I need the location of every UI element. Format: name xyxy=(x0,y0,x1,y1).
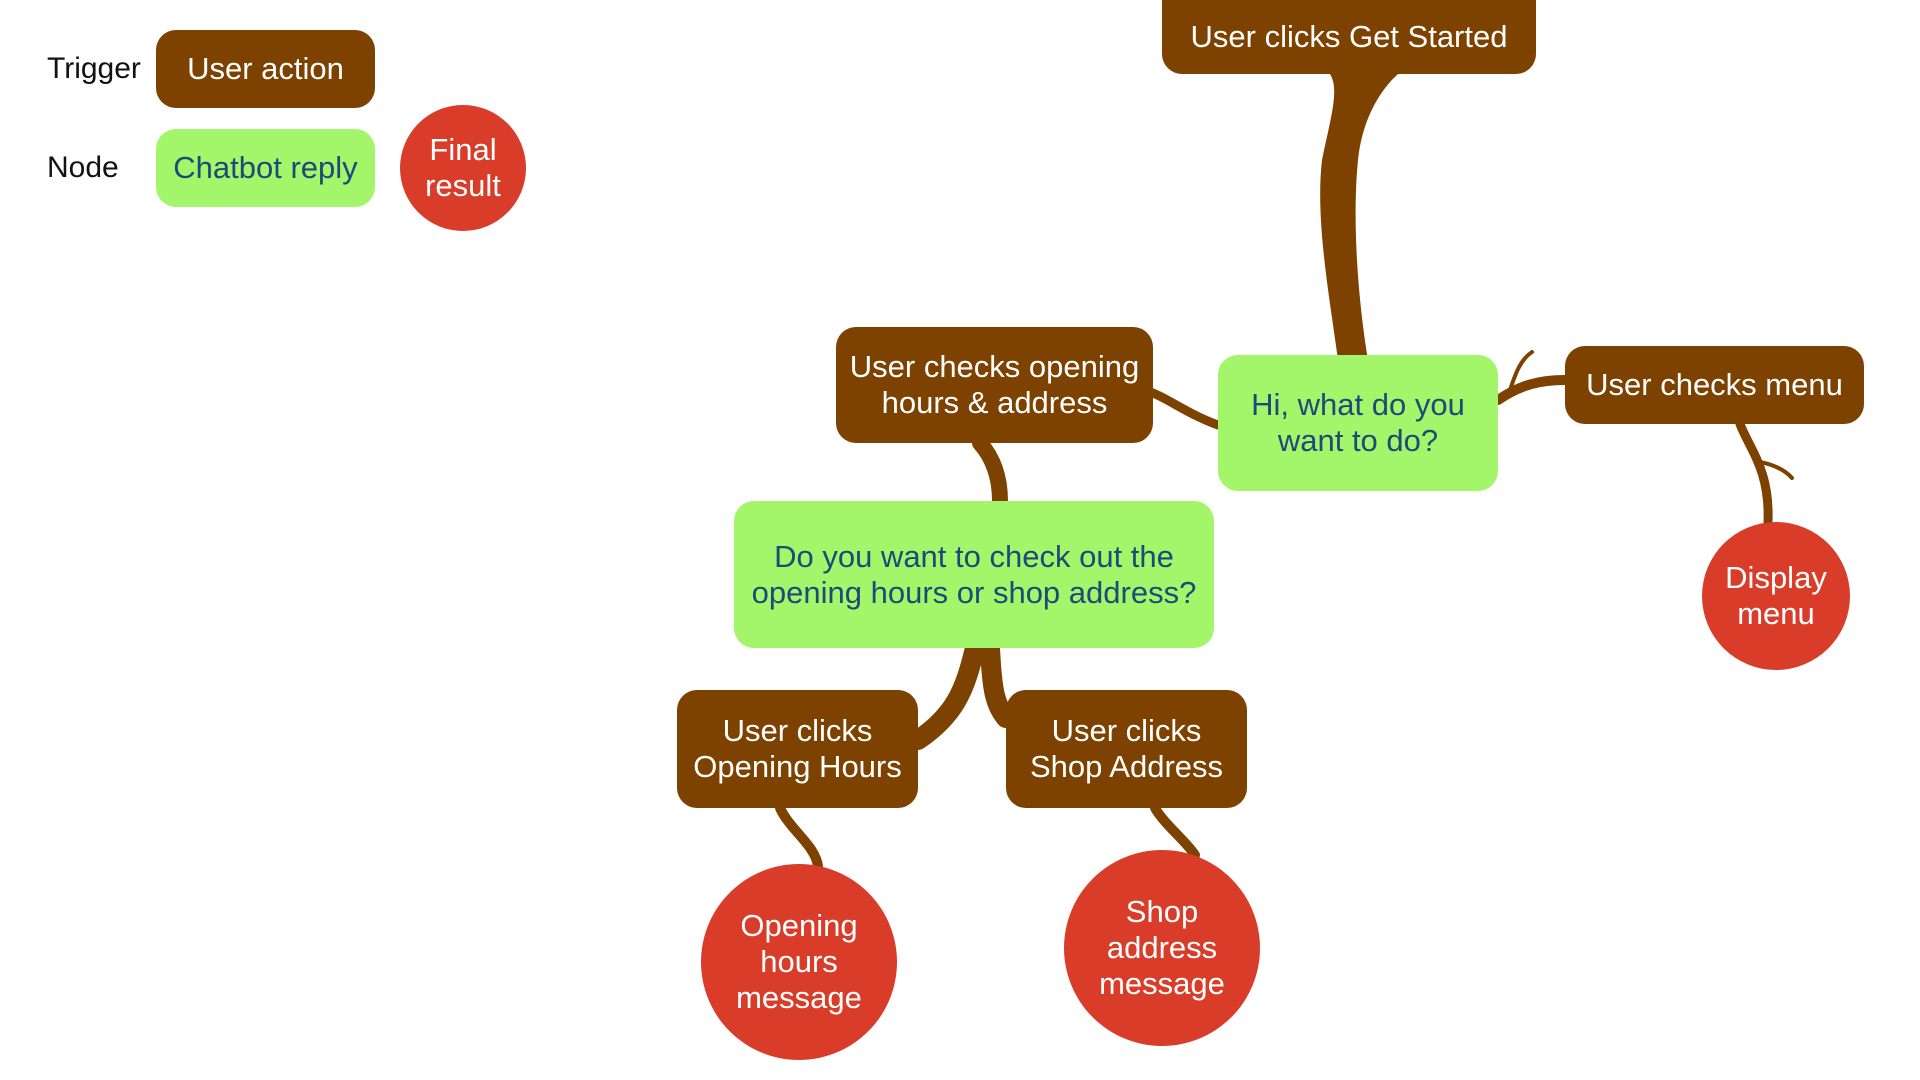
node-greeting: Hi, what do you want to do? xyxy=(1218,355,1498,491)
branch-address-click-to-message xyxy=(1150,803,1200,860)
legend-node-label: Node xyxy=(47,151,119,184)
branch-hours-click-to-message xyxy=(775,803,823,871)
legend-trigger-example: User action xyxy=(156,30,375,108)
node-user-clicks-shop-address: User clicks Shop Address xyxy=(1006,690,1247,808)
node-display-menu: Display menu xyxy=(1702,522,1850,670)
legend-result-example: Final result xyxy=(400,105,526,231)
node-user-clicks-get-started: User clicks Get Started xyxy=(1162,0,1536,74)
node-shop-address-message: Shop address message xyxy=(1064,850,1260,1046)
branch-hours-to-question xyxy=(972,435,1008,509)
node-opening-hours-message: Opening hours message xyxy=(701,864,897,1060)
legend-trigger-label: Trigger xyxy=(47,52,141,85)
legend-node-example: Chatbot reply xyxy=(156,129,375,207)
node-user-checks-menu: User checks menu xyxy=(1565,346,1864,424)
branch-start-to-greeting xyxy=(1320,74,1398,360)
branch-greeting-to-hours xyxy=(1148,388,1223,430)
branch-menu-to-display xyxy=(1735,419,1773,527)
branch-question-to-clicks xyxy=(908,638,1016,750)
node-user-checks-hours-address: User checks opening hours & address xyxy=(836,327,1153,443)
node-user-clicks-opening-hours: User clicks Opening Hours xyxy=(677,690,918,808)
node-hours-or-address-question: Do you want to check out the opening hou… xyxy=(734,501,1214,648)
